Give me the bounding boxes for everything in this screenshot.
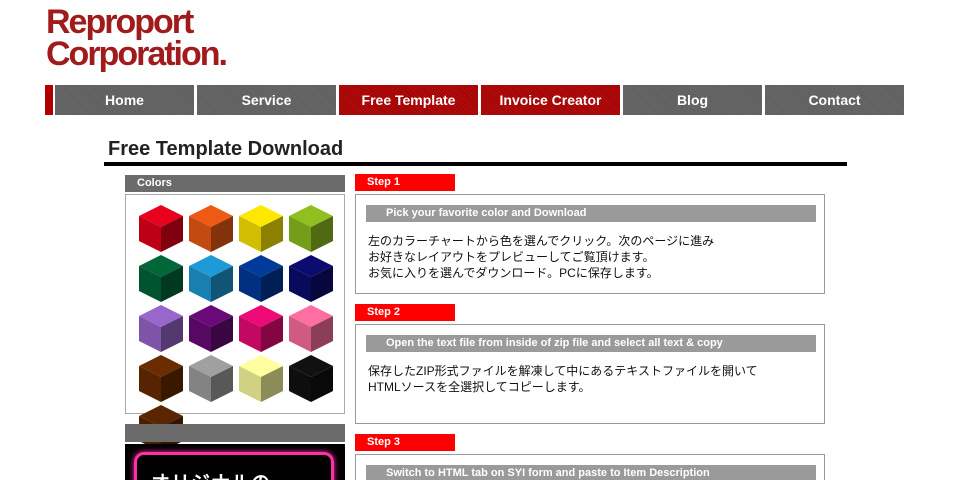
color-swatch-lavender[interactable] (137, 304, 185, 354)
step-2-text: 保存したZIP形式ファイルを解凍して中にあるテキストファイルを開いて HTMLソ… (368, 363, 758, 395)
color-swatch-gray[interactable] (187, 354, 235, 404)
title-divider (104, 162, 847, 166)
step-2-tab: Step 2 (355, 304, 455, 321)
color-cube-icon (289, 305, 333, 352)
color-swatch-brown[interactable] (137, 354, 185, 404)
color-cube-icon (239, 305, 283, 352)
step-3-tab: Step 3 (355, 434, 455, 451)
sidebar-bar (125, 424, 345, 442)
banner-label: オリジナルの (134, 452, 334, 480)
color-chart (125, 194, 345, 452)
color-swatch-pink[interactable] (287, 304, 335, 354)
color-swatch-blue[interactable] (237, 254, 285, 304)
nav-home[interactable]: Home (55, 85, 194, 115)
step-1-line: お好きなレイアウトをプレビューしてご覧頂けます。 (368, 250, 655, 264)
color-cube-icon (239, 205, 283, 252)
color-swatch-orange[interactable] (187, 204, 235, 254)
color-cube-icon (189, 355, 233, 402)
logo-line-2: Corporation. (46, 35, 228, 73)
color-swatch-purple[interactable] (187, 304, 235, 354)
color-cube-icon (139, 355, 183, 402)
step-2-line: HTMLソースを全選択してコピーします。 (368, 380, 591, 394)
step-1-box: Pick your favorite color and Download 左の… (355, 194, 825, 294)
nav-blog[interactable]: Blog (623, 85, 762, 115)
color-cube-icon (189, 305, 233, 352)
color-cube-icon (289, 205, 333, 252)
color-swatch-cream[interactable] (237, 354, 285, 404)
nav-contact[interactable]: Contact (765, 85, 904, 115)
logo-line-1: Reproport (46, 3, 194, 41)
step-2-box: Open the text file from inside of zip fi… (355, 324, 825, 424)
color-cube-icon (239, 355, 283, 402)
color-cube-icon (139, 305, 183, 352)
step-1-subtitle: Pick your favorite color and Download (366, 205, 816, 222)
color-swatch-sky-blue[interactable] (187, 254, 235, 304)
color-swatch-lime[interactable] (287, 204, 335, 254)
colors-heading: Colors (125, 175, 345, 192)
step-3-subtitle: Switch to HTML tab on SYI form and paste… (366, 465, 816, 480)
step-3-box: Switch to HTML tab on SYI form and paste… (355, 454, 825, 480)
color-swatch-green[interactable] (137, 254, 185, 304)
color-swatch-magenta[interactable] (237, 304, 285, 354)
original-banner[interactable]: オリジナルの (125, 444, 345, 480)
step-1-text: 左のカラーチャートから色を選んでクリック。次のページに進み お好きなレイアウトを… (368, 233, 714, 281)
nav-free-template[interactable]: Free Template (339, 85, 478, 115)
color-swatch-black[interactable] (287, 354, 335, 404)
step-2-line: 保存したZIP形式ファイルを解凍して中にあるテキストファイルを開いて (368, 364, 758, 378)
color-cube-icon (289, 255, 333, 302)
color-cube-icon (189, 255, 233, 302)
nav-invoice-creator[interactable]: Invoice Creator (481, 85, 620, 115)
color-cube-icon (189, 205, 233, 252)
step-2-subtitle: Open the text file from inside of zip fi… (366, 335, 816, 352)
step-1-line: 左のカラーチャートから色を選んでクリック。次のページに進み (368, 234, 715, 248)
color-swatch-yellow[interactable] (237, 204, 285, 254)
color-swatch-red[interactable] (137, 204, 185, 254)
nav-accent-bar (45, 85, 53, 115)
step-1-line: お気に入りを選んでダウンロード。PCに保存します。 (368, 266, 659, 280)
color-cube-icon (239, 255, 283, 302)
color-cube-icon (139, 255, 183, 302)
page-title: Free Template Download (108, 138, 344, 160)
nav-service[interactable]: Service (197, 85, 336, 115)
color-cube-icon (289, 355, 333, 402)
main-navigation: Home Service Free Template Invoice Creat… (45, 85, 906, 115)
color-swatch-navy[interactable] (287, 254, 335, 304)
company-logo[interactable]: Reproport Corporation. (46, 3, 228, 73)
color-cube-icon (139, 205, 183, 252)
step-1-tab: Step 1 (355, 174, 455, 191)
